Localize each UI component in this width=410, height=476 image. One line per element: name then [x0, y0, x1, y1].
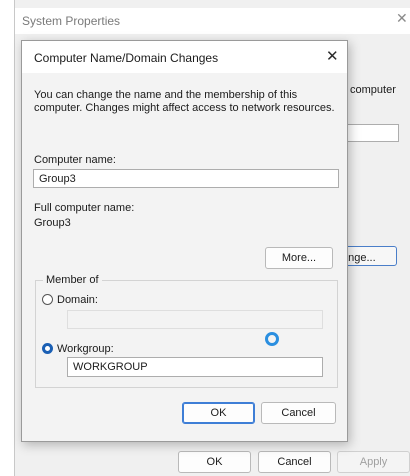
computer-name-dialog: Computer Name/Domain Changes ✕ You can c…: [21, 40, 348, 442]
system-properties-cancel-button[interactable]: Cancel: [258, 451, 331, 473]
domain-label[interactable]: Domain:: [57, 294, 98, 306]
workgroup-label[interactable]: Workgroup:: [57, 343, 114, 355]
system-properties-title: System Properties: [22, 14, 121, 28]
full-computer-name-value: Group3: [34, 217, 71, 229]
domain-radio[interactable]: [42, 294, 53, 305]
busy-cursor-icon: [265, 332, 279, 346]
computer-name-input[interactable]: [33, 169, 339, 188]
full-computer-name-label: Full computer name:: [34, 202, 135, 214]
dialog-title: Computer Name/Domain Changes: [34, 51, 219, 65]
close-icon[interactable]: ✕: [326, 47, 339, 65]
cancel-button[interactable]: Cancel: [261, 402, 336, 424]
workgroup-input[interactable]: [67, 357, 323, 377]
computer-description-text: computer: [350, 84, 396, 96]
dialog-description: You can change the name and the membersh…: [34, 89, 335, 114]
member-of-legend: Member of: [43, 274, 102, 286]
domain-input[interactable]: [67, 310, 323, 329]
close-icon[interactable]: ✕: [396, 10, 408, 27]
computer-name-label: Computer name:: [34, 154, 116, 166]
ok-button[interactable]: OK: [182, 402, 255, 424]
system-properties-ok-button[interactable]: OK: [178, 451, 251, 473]
desktop-strip: [0, 0, 14, 476]
workgroup-radio[interactable]: [42, 343, 53, 354]
apply-button[interactable]: Apply: [337, 451, 410, 473]
more-button[interactable]: More...: [265, 247, 333, 269]
computer-description-field[interactable]: [345, 124, 399, 142]
